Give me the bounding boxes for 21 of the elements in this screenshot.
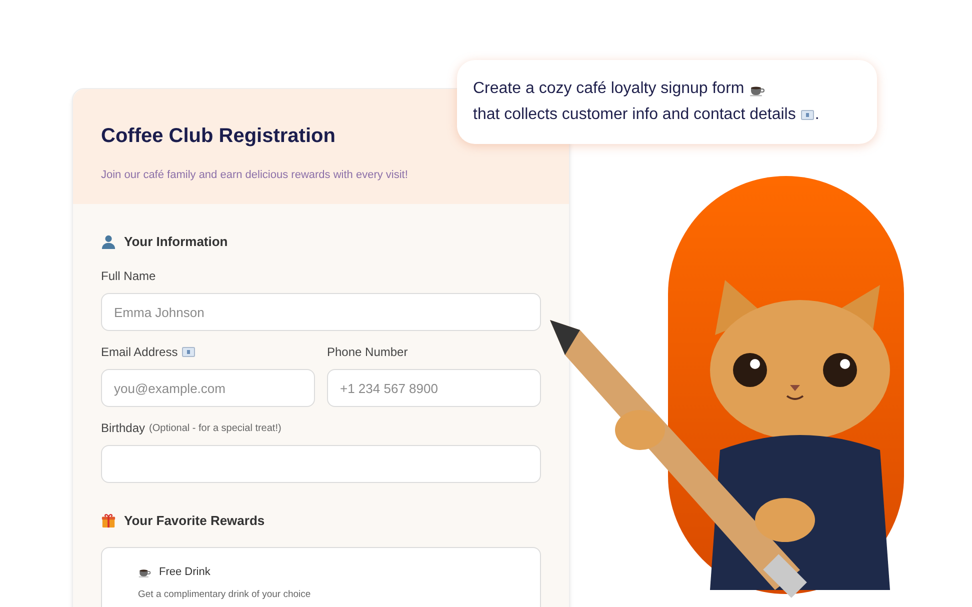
field-label: Phone Number [327,344,408,361]
field-note: (Optional - for a special treat!) [149,422,282,436]
field-label: Birthday [101,420,146,437]
reward-option[interactable]: Free Drink Get a complimentary drink of your choice [101,546,541,607]
form-title: Coffee Club Registration [101,124,336,149]
section-heading: Your Favorite Rewards [124,512,265,530]
text-field[interactable]: you@example.com [101,369,315,407]
prompt-text: that collects customer info and contact details [473,105,796,125]
text-field[interactable]: Emma Johnson [101,293,541,331]
prompt-text: . [814,105,820,125]
section-heading: Your Information [124,232,228,250]
reward-description: Get a complimentary drink of your choice [138,588,312,602]
text-field[interactable]: +1 234 567 8900 [327,369,541,407]
field-label: Full Name [101,268,156,285]
field-label: Email Address [101,344,178,361]
reward-title: Free Drink [159,564,210,580]
form-subtitle: Join our café family and earn delicious rewards with every visit! [101,168,409,183]
gift-icon [101,513,116,528]
person-icon [101,234,116,249]
prompt-text: Create a cozy café loyalty signup form [473,79,744,99]
text-field[interactable] [101,445,541,483]
